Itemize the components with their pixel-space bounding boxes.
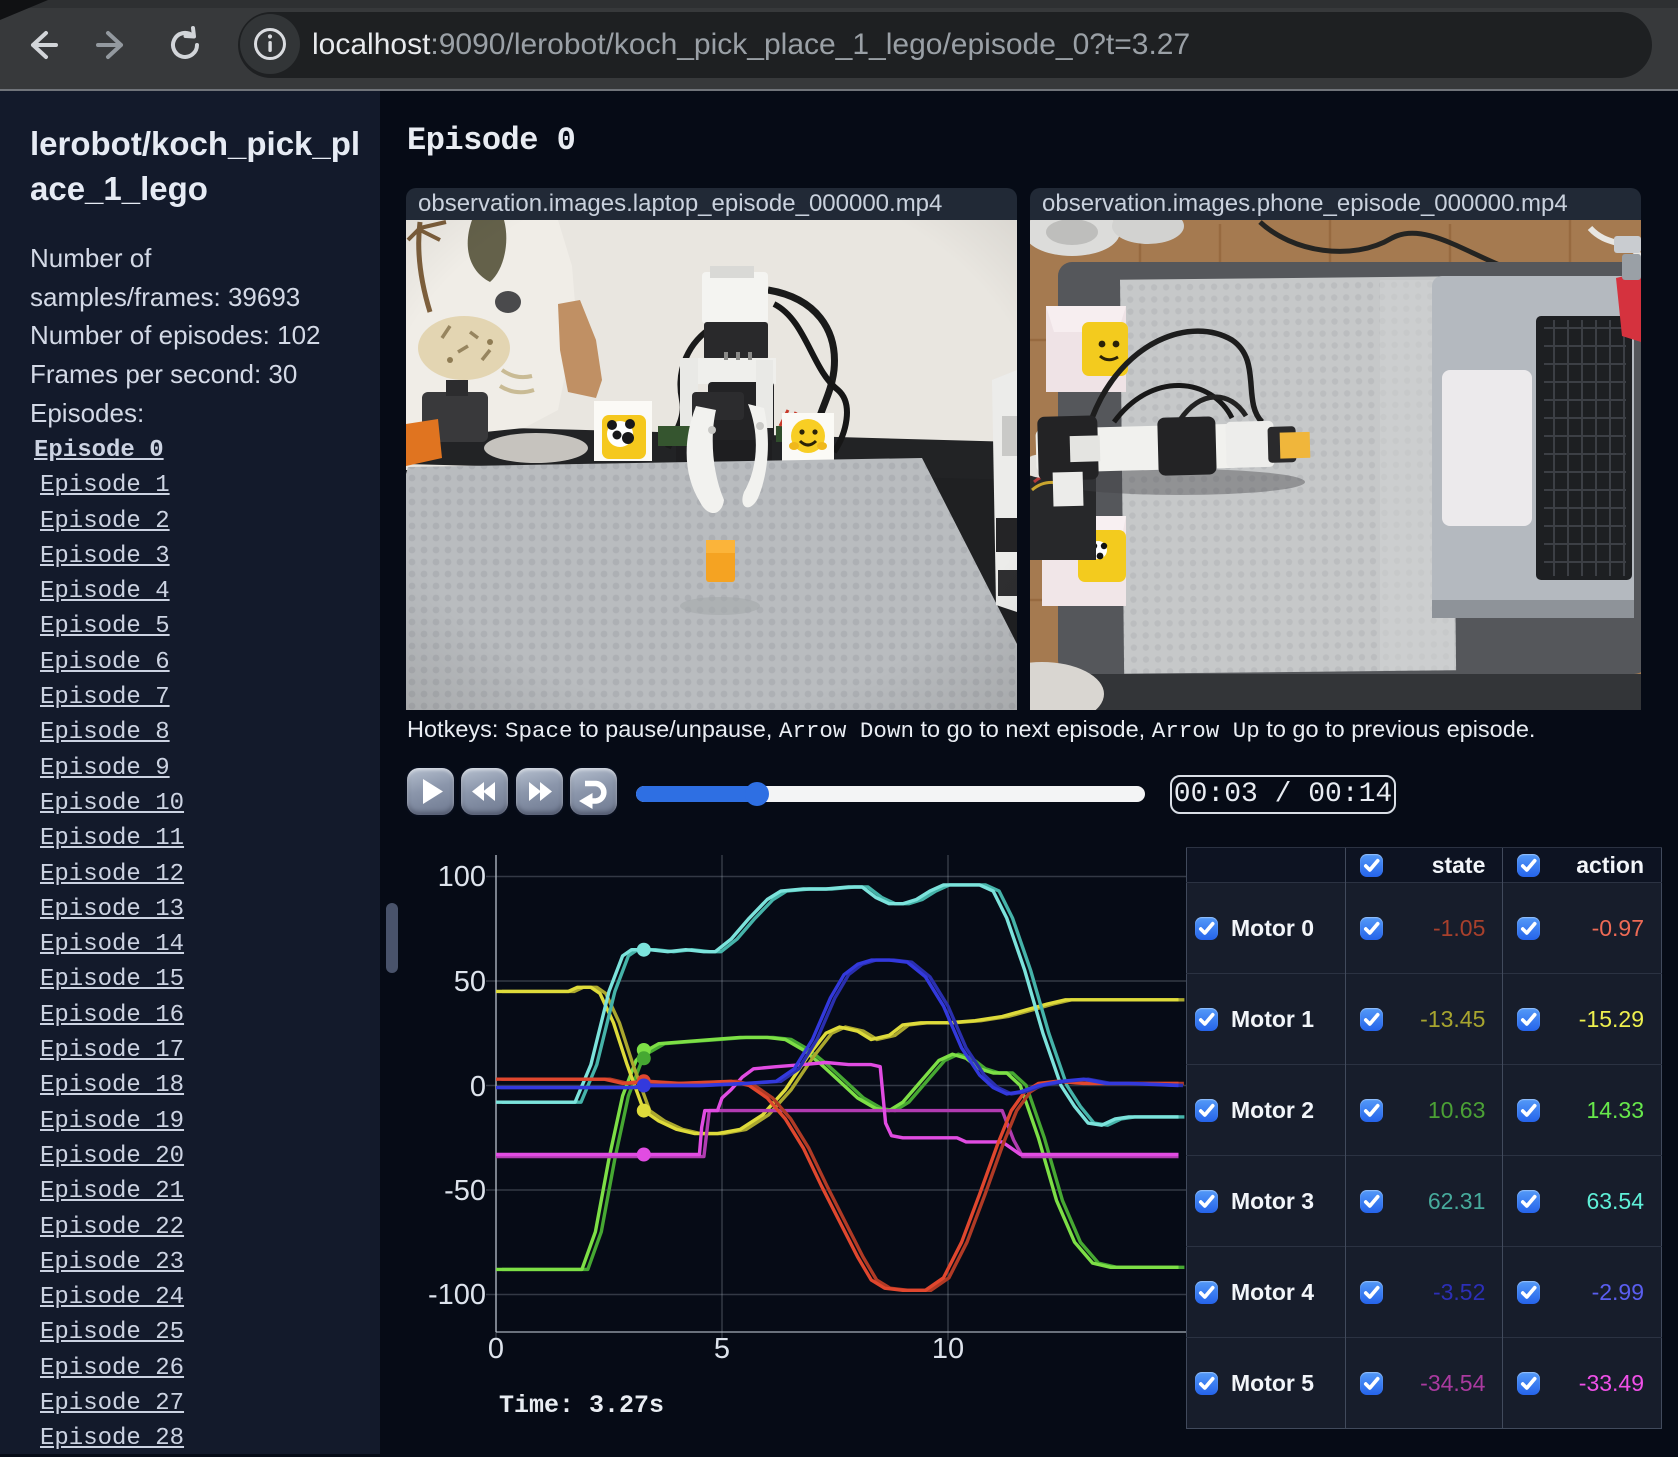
svg-text:0: 0: [470, 1071, 486, 1103]
svg-text:-50: -50: [444, 1175, 486, 1207]
svg-text:10: 10: [932, 1333, 964, 1365]
svg-text:100: 100: [438, 861, 486, 893]
svg-text:5: 5: [714, 1333, 730, 1365]
svg-text:0: 0: [488, 1333, 504, 1365]
svg-text:-100: -100: [428, 1279, 486, 1311]
svg-text:50: 50: [454, 966, 486, 998]
